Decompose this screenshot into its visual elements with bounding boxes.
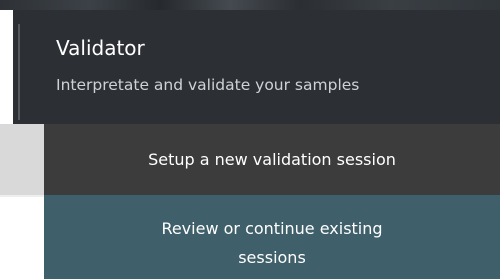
side-band (0, 124, 44, 195)
review-sessions-label-line1: Review or continue existing (161, 219, 383, 238)
header-divider (18, 24, 20, 120)
validator-header-tile[interactable]: Validator Interpretate and validate your… (13, 10, 500, 124)
side-band-shadow (0, 195, 44, 197)
page-subtitle: Interpretate and validate your samples (56, 76, 360, 94)
validator-panel: Validator Interpretate and validate your… (0, 0, 500, 279)
setup-new-session-button[interactable]: Setup a new validation session (44, 124, 500, 195)
setup-new-session-label: Setup a new validation session (148, 150, 396, 169)
review-sessions-label-line2: sessions (238, 248, 306, 267)
background-photo (0, 0, 500, 10)
review-sessions-button[interactable]: Review or continue existing sessions (44, 195, 500, 279)
page-title: Validator (56, 36, 145, 60)
